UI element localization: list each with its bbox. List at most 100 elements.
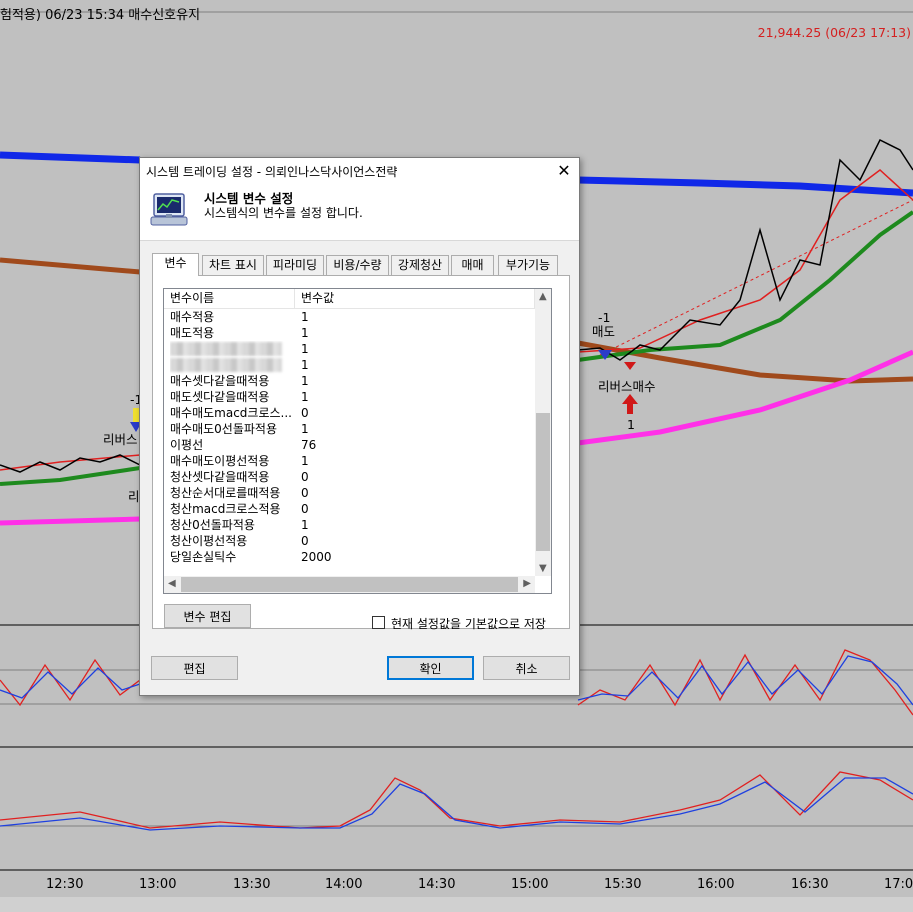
list-item[interactable]: 1 [164, 341, 535, 357]
variable-name: 이평선 [170, 438, 204, 452]
cancel-button[interactable]: 취소 [483, 656, 570, 680]
variable-name: 청산0선돌파적용 [170, 518, 255, 532]
time-axis-label: 14:00 [325, 877, 363, 892]
variable-rows: 매수적용 1 매도적용 1 1 1 매수셋다같을때적용 1 매도셋다같을때적용 1 매수… [164, 309, 535, 565]
tab-trading[interactable]: 매매 [451, 255, 494, 275]
vertical-scrollbar[interactable]: ▲ ▼ [535, 289, 551, 576]
variable-name: 매수매도이평선적용 [170, 454, 270, 468]
list-header: 변수이름 변수값 [164, 289, 535, 309]
time-axis-label: 15:00 [511, 877, 549, 892]
list-item[interactable]: 이평선 76 [164, 437, 535, 453]
variable-value: 0 [301, 502, 309, 516]
list-item[interactable]: 매수매도이평선적용 1 [164, 453, 535, 469]
variable-value: 0 [301, 534, 309, 548]
variable-value: 1 [301, 422, 309, 436]
marker-label: 매도 [592, 324, 616, 339]
oscillator2-red [0, 771, 913, 829]
oscillator2-blue [0, 777, 913, 831]
variables-list[interactable]: 변수이름 변수값 매수적용 1 매도적용 1 1 1 매수셋다같을때적용 1 매도셋다… [163, 288, 552, 594]
variable-name: 당일손실틱수 [170, 550, 237, 564]
scroll-down-icon[interactable]: ▼ [539, 563, 547, 574]
list-item[interactable]: 1 [164, 357, 535, 373]
variable-value: 0 [301, 486, 309, 500]
ok-button[interactable]: 확인 [387, 656, 474, 680]
save-default-checkbox[interactable]: 현재 설정값을 기본값으로 저장 [372, 615, 546, 632]
variable-value: 1 [301, 342, 309, 356]
vertical-scroll-thumb[interactable] [536, 413, 550, 551]
list-item[interactable]: 청산이평선적용 0 [164, 533, 535, 549]
list-item[interactable]: 매수매도0선돌파적용 1 [164, 421, 535, 437]
variable-name: 매수적용 [170, 310, 215, 324]
list-item[interactable]: 매도적용 1 [164, 325, 535, 341]
dialog-title: 시스템 트레이딩 설정 - 의뢰인나스닥사이언스전략 [146, 165, 398, 179]
time-axis-label: 17:00 [884, 877, 913, 892]
variable-value: 76 [301, 438, 317, 452]
variable-name: 청산셋다같을때적용 [170, 470, 270, 484]
list-item[interactable]: 청산0선돌파적용 1 [164, 517, 535, 533]
scroll-left-icon[interactable]: ◀ [168, 578, 176, 589]
redacted-text [170, 342, 282, 356]
variable-value: 1 [301, 374, 309, 388]
header-subtitle: 시스템식의 변수를 설정 합니다. [204, 206, 363, 220]
edit-button[interactable]: 편집 [151, 656, 238, 680]
column-header-name[interactable]: 변수이름 [164, 289, 295, 308]
tab-pyramiding[interactable]: 피라미딩 [266, 255, 324, 275]
close-icon[interactable]: ✕ [549, 158, 579, 184]
column-header-value[interactable]: 변수값 [295, 289, 535, 308]
time-axis-label: 13:30 [233, 877, 271, 892]
list-item[interactable]: 매수매도macd크로스... 0 [164, 405, 535, 421]
variable-value: 2000 [301, 550, 332, 564]
chart-title: 험적용) 06/23 15:34 매수신호유지 [0, 8, 201, 23]
scroll-up-icon[interactable]: ▲ [539, 291, 547, 302]
list-item[interactable]: 청산셋다같을때적용 0 [164, 469, 535, 485]
variable-value: 1 [301, 454, 309, 468]
list-item[interactable]: 매수적용 1 [164, 309, 535, 325]
variable-value: 1 [301, 390, 309, 404]
time-axis-label: 16:30 [791, 877, 829, 892]
variable-name: 청산이평선적용 [170, 534, 248, 548]
variable-value: 1 [301, 310, 309, 324]
redacted-text [170, 358, 282, 372]
edit-variable-button[interactable]: 변수 편집 [164, 604, 251, 628]
variable-value: 0 [301, 470, 309, 484]
tab-variables[interactable]: 변수 [152, 253, 199, 276]
horizontal-scrollbar[interactable]: ◀ ▶ [164, 576, 535, 593]
time-axis-label: 14:30 [418, 877, 456, 892]
chart-scrollbar[interactable] [0, 897, 913, 912]
tab-cost-quantity[interactable]: 비용/수량 [326, 255, 389, 275]
tab-force-liquidation[interactable]: 강제청산 [391, 255, 449, 275]
marker-label: 리버스 [103, 432, 138, 447]
time-axis-label: 13:00 [139, 877, 177, 892]
variable-value: 1 [301, 326, 309, 340]
marker-label: 1 [627, 417, 635, 432]
tab-additional-features[interactable]: 부가기능 [498, 255, 558, 275]
list-item[interactable]: 매도셋다같을때적용 1 [164, 389, 535, 405]
system-trading-settings-dialog: 시스템 트레이딩 설정 - 의뢰인나스닥사이언스전략 ✕ 시스템 변수 설정 시… [139, 157, 580, 696]
time-axis-label: 15:30 [604, 877, 642, 892]
variable-name: 청산순서대로를때적용 [170, 486, 281, 500]
dialog-header: 시스템 변수 설정 시스템식의 변수를 설정 합니다. [140, 184, 579, 241]
tab-chart-display[interactable]: 차트 표시 [202, 255, 264, 275]
horizontal-scroll-thumb[interactable] [181, 577, 518, 592]
variable-name: 청산macd크로스적용 [170, 502, 281, 516]
variable-name: 매수셋다같을때적용 [170, 374, 270, 388]
scroll-right-icon[interactable]: ▶ [523, 578, 531, 589]
time-axis-label: 12:30 [46, 877, 84, 892]
sell-signal-arrow-3 [624, 362, 636, 370]
variable-value: 1 [301, 518, 309, 532]
variable-name: 매수매도0선돌파적용 [170, 422, 277, 436]
reverse-buy-stem [627, 404, 633, 414]
variable-value: 1 [301, 358, 309, 372]
dialog-titlebar[interactable]: 시스템 트레이딩 설정 - 의뢰인나스닥사이언스전략 ✕ [140, 158, 579, 184]
list-item[interactable]: 청산macd크로스적용 0 [164, 501, 535, 517]
list-item[interactable]: 매수셋다같을때적용 1 [164, 373, 535, 389]
list-item[interactable]: 청산순서대로를때적용 0 [164, 485, 535, 501]
list-item[interactable]: 당일손실틱수 2000 [164, 549, 535, 565]
variable-name: 매도셋다같을때적용 [170, 390, 270, 404]
checkbox-label: 현재 설정값을 기본값으로 저장 [391, 617, 546, 631]
marker-label: 리버스매수 [598, 379, 656, 394]
checkbox-box[interactable] [372, 616, 385, 629]
variable-value: 0 [301, 406, 309, 420]
system-settings-icon [150, 193, 188, 226]
time-axis-label: 16:00 [697, 877, 735, 892]
